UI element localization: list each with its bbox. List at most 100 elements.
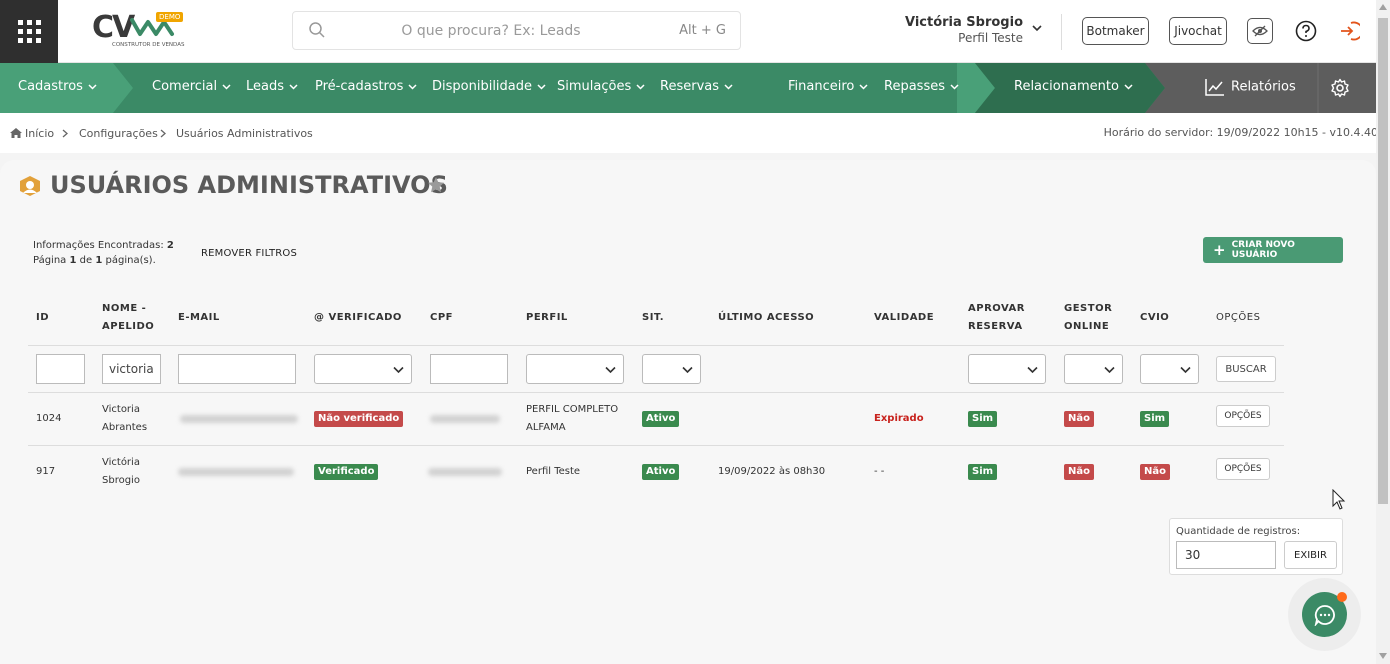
th-cvio[interactable]: CVIO bbox=[1140, 309, 1169, 327]
scroll-up-icon[interactable] bbox=[1379, 4, 1387, 10]
th-approve-reservation[interactable]: APROVAR RESERVA bbox=[968, 300, 1025, 336]
nav-item-relacionamento[interactable]: Relacionamento bbox=[1014, 79, 1133, 94]
scroll-down-icon[interactable] bbox=[1379, 653, 1387, 659]
filter-profile-select[interactable] bbox=[526, 354, 624, 384]
divider bbox=[28, 445, 1284, 446]
chart-line-icon bbox=[1205, 79, 1224, 96]
nav-label: Cadastros bbox=[18, 79, 83, 94]
filter-verified-select[interactable] bbox=[314, 354, 412, 384]
th-options: OPÇÕES bbox=[1216, 312, 1261, 323]
nav-item-relatorios[interactable]: Relatórios bbox=[1205, 78, 1296, 96]
filter-cpf-input[interactable] bbox=[430, 354, 508, 384]
nav-item-financeiro[interactable]: Financeiro bbox=[788, 79, 868, 94]
star-icon[interactable] bbox=[427, 176, 445, 194]
chevron-down-icon bbox=[393, 366, 404, 374]
nav-item-cadastros[interactable]: Cadastros bbox=[18, 79, 97, 94]
cvio-badge: Sim bbox=[1140, 411, 1170, 427]
breadcrumb-home[interactable]: Início bbox=[25, 127, 54, 140]
server-time: Horário do servidor: 19/09/2022 10h15 - … bbox=[1103, 126, 1378, 139]
logo-text: CV bbox=[92, 10, 135, 45]
chevron-down-icon bbox=[724, 83, 733, 90]
nav-item-repasses[interactable]: Repasses bbox=[884, 79, 959, 94]
cell-validity: Expirado bbox=[874, 413, 924, 424]
apps-grid-icon[interactable] bbox=[0, 0, 58, 63]
filter-approve-select[interactable] bbox=[968, 354, 1046, 384]
chat-bubble-icon bbox=[1314, 604, 1335, 626]
nav-item-comercial[interactable]: Comercial bbox=[152, 79, 231, 94]
filter-manager-select[interactable] bbox=[1064, 354, 1123, 384]
gear-icon[interactable] bbox=[1330, 78, 1350, 102]
cell-validity: - - bbox=[874, 466, 885, 477]
content-panel bbox=[0, 160, 1376, 664]
filter-id-input[interactable] bbox=[36, 354, 85, 384]
jivochat-button[interactable]: Jivochat bbox=[1169, 17, 1227, 45]
th-verified[interactable]: @ VERIFICADO bbox=[314, 309, 402, 327]
nav-label: Relacionamento bbox=[1014, 79, 1119, 94]
breadcrumb-configuracoes[interactable]: Configurações bbox=[79, 127, 158, 140]
cell-name-line2: Abrantes bbox=[102, 422, 148, 433]
botmaker-button[interactable]: Botmaker bbox=[1082, 17, 1149, 45]
th-name[interactable]: NOME - APELIDO bbox=[102, 300, 154, 336]
results-info: Informações Encontradas: 2 Página 1 de 1… bbox=[33, 238, 174, 268]
chevron-down-icon bbox=[1027, 366, 1038, 374]
nav-item-reservas[interactable]: Reservas bbox=[660, 79, 733, 94]
th-status[interactable]: SIT. bbox=[642, 309, 664, 327]
nav-item-disponibilidade[interactable]: Disponibilidade bbox=[432, 79, 546, 94]
create-user-label: CRIAR NOVO USUÁRIO bbox=[1231, 240, 1295, 260]
th-validity[interactable]: VALIDADE bbox=[874, 309, 934, 327]
th-cpf[interactable]: CPF bbox=[430, 309, 453, 327]
cell-name: Victoria Abrantes bbox=[102, 401, 147, 437]
verified-badge: Não verificado bbox=[314, 411, 404, 427]
users-badge-icon bbox=[20, 176, 40, 196]
filter-name-input[interactable] bbox=[102, 354, 161, 384]
home-icon bbox=[10, 128, 22, 138]
records-label: Quantidade de registros: bbox=[1176, 526, 1301, 537]
th-email[interactable]: E-MAIL bbox=[178, 309, 220, 327]
search-input[interactable] bbox=[341, 19, 641, 43]
divider bbox=[1061, 14, 1062, 50]
chevron-down-icon bbox=[408, 83, 417, 90]
nav-item-pre-cadastros[interactable]: Pré-cadastros bbox=[315, 79, 417, 94]
th-profile[interactable]: PERFIL bbox=[526, 309, 568, 327]
user-profile: Perfil Teste bbox=[958, 31, 1023, 45]
cell-profile: PERFIL COMPLETO ALFAMA bbox=[526, 401, 618, 437]
remove-filters-link[interactable]: REMOVER FILTROS bbox=[201, 248, 297, 259]
records-input[interactable] bbox=[1176, 541, 1276, 569]
verified-badge: Verificado bbox=[314, 464, 379, 480]
breadcrumb: Início Configurações Usuários Administra… bbox=[0, 113, 1390, 153]
divider bbox=[28, 392, 1284, 393]
nav-item-leads[interactable]: Leads bbox=[246, 79, 298, 94]
chevron-down-icon bbox=[88, 83, 97, 90]
filter-status-select[interactable] bbox=[642, 354, 701, 384]
filter-cvio-select[interactable] bbox=[1140, 354, 1199, 384]
th-online-manager[interactable]: GESTOR ONLINE bbox=[1064, 300, 1112, 336]
logout-icon[interactable] bbox=[1336, 18, 1362, 44]
chevron-down-icon bbox=[537, 83, 546, 90]
create-user-button[interactable]: + CRIAR NOVO USUÁRIO bbox=[1203, 237, 1343, 263]
nav-label: Financeiro bbox=[788, 79, 855, 94]
scrollbar-thumb[interactable] bbox=[1378, 18, 1388, 504]
help-icon[interactable] bbox=[1293, 18, 1319, 44]
options-button[interactable]: OPÇÕES bbox=[1216, 458, 1270, 480]
search-button[interactable]: BUSCAR bbox=[1216, 356, 1276, 382]
cell-name-line1: Victória bbox=[102, 457, 140, 468]
options-button[interactable]: OPÇÕES bbox=[1216, 405, 1270, 427]
eye-off-icon[interactable] bbox=[1247, 18, 1273, 44]
cell-profile-line2: ALFAMA bbox=[526, 422, 566, 433]
th-last-access[interactable]: ÚLTIMO ACESSO bbox=[718, 309, 814, 327]
chevron-down-icon bbox=[950, 83, 959, 90]
search-icon bbox=[309, 22, 325, 38]
filter-email-input[interactable] bbox=[178, 354, 296, 384]
th-id[interactable]: ID bbox=[36, 309, 49, 327]
notification-dot bbox=[1337, 592, 1347, 602]
nav-item-simulacoes[interactable]: Simulações bbox=[557, 79, 645, 94]
chevron-right-icon bbox=[160, 129, 166, 138]
show-button[interactable]: EXIBIR bbox=[1284, 541, 1337, 569]
search-box: Alt + G bbox=[292, 11, 741, 50]
chevron-down-icon bbox=[1124, 83, 1133, 90]
cell-cpf-redacted bbox=[428, 468, 502, 476]
user-menu[interactable]: Victória Sbrogio Perfil Teste bbox=[905, 15, 1045, 49]
logo[interactable]: CV DEMO CONSTRUTOR DE VENDAS bbox=[92, 10, 184, 52]
logo-demo-badge: DEMO bbox=[156, 12, 184, 22]
top-bar: CV DEMO CONSTRUTOR DE VENDAS Alt + G Vic… bbox=[0, 0, 1390, 63]
